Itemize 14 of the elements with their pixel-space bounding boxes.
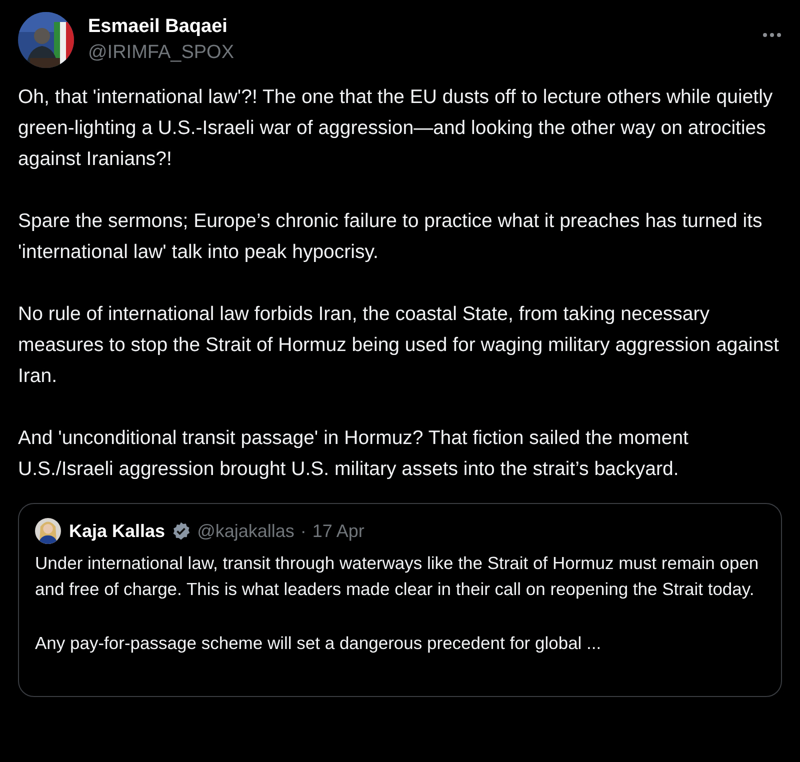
more-icon[interactable] — [762, 32, 782, 38]
quoted-post-text: Under international law, transit through waterways like the Strait of Hormuz must remain open and free of charge. This is what leaders made clear in their call on reopening the Strait today. — [35, 552, 760, 601]
quoted-author-handle[interactable]: @kajakallas — [197, 520, 294, 542]
separator-dot: · — [300, 520, 306, 542]
quoted-post-text: Any pay-for-passage scheme will set a dangerous precedent for global ... — [35, 632, 602, 655]
quoted-post-card[interactable] — [18, 503, 782, 697]
post-text: Spare the sermons; Europe’s chronic failure to practice what it preaches has turned its 'international law' talk into peak hypocrisy. — [18, 209, 764, 265]
post-text: No rule of international law forbids Iran, the coastal State, from taking necessary measures to stop the Strait of Hormuz being used for waging military aggression against Iran. — [18, 302, 780, 389]
quoted-author-name[interactable]: Kaja Kallas — [69, 520, 166, 542]
post-date[interactable]: 17 Apr — [312, 520, 364, 542]
author-handle[interactable]: @IRIMFA_SPOX — [88, 42, 748, 64]
post-text: And 'unconditional transit passage' in Hormuz? That fiction sailed the moment U.S./Israeli aggression brought U.S. military assets into the strait’s backyard. — [18, 426, 690, 482]
post-text: Oh, that 'international law'?! The one that the EU dusts off to lecture others while quietly green-lighting a U.S.-Israeli war of aggression—and looking the other way on atrocities against Iranians?! — [18, 85, 774, 172]
author-name[interactable]: Esmaeil Baqaei — [88, 16, 748, 38]
